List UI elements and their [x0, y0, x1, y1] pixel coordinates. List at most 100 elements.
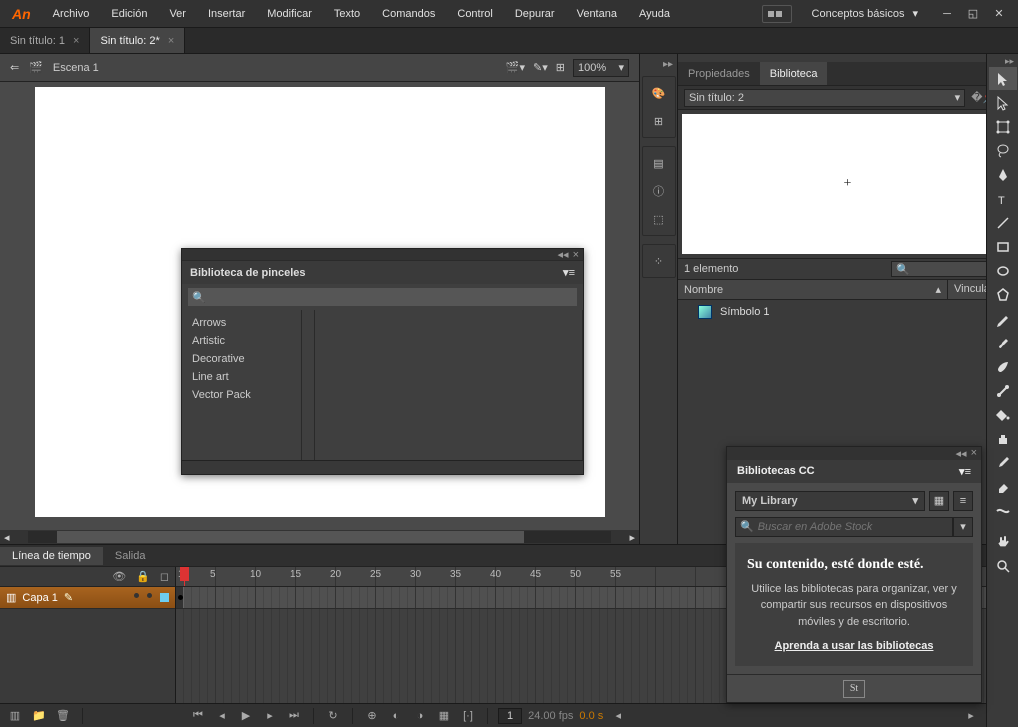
minimize-button[interactable]: ─: [936, 6, 958, 22]
close-icon[interactable]: ×: [971, 447, 977, 459]
brush-tool[interactable]: [989, 331, 1017, 354]
brush-category-decorative[interactable]: Decorative: [188, 350, 295, 368]
components-icon[interactable]: ⁘: [647, 249, 671, 273]
cc-learn-link[interactable]: Aprenda a usar las bibliotecas: [747, 640, 961, 652]
tab-timeline[interactable]: Línea de tiempo: [0, 547, 103, 565]
search-options-icon[interactable]: ▾: [953, 517, 973, 537]
cc-libraries-panel[interactable]: ◂◂× Bibliotecas CC ▾≡ My Library ▾ ▦ ≡ 🔍…: [726, 446, 982, 704]
goto-last-icon[interactable]: ⏭: [285, 707, 303, 725]
bone-tool[interactable]: [989, 379, 1017, 402]
onion-skin-icon[interactable]: ◐: [387, 707, 405, 725]
library-row[interactable]: Símbolo 1: [680, 302, 1015, 322]
menu-comandos[interactable]: Comandos: [372, 4, 445, 24]
panel-grip[interactable]: ◂◂: [678, 54, 1017, 62]
brush-category-artistic[interactable]: Artistic: [188, 332, 295, 350]
panel-chrome[interactable]: ◂◂ ×: [182, 249, 583, 261]
scroll-left-icon[interactable]: ◂: [609, 707, 627, 725]
tab-output[interactable]: Salida: [103, 547, 158, 565]
info-icon[interactable]: ⓘ: [647, 179, 671, 203]
line-tool[interactable]: [989, 211, 1017, 234]
color-icon[interactable]: ▤: [647, 151, 671, 175]
onion-outline-icon[interactable]: ◑: [411, 707, 429, 725]
scene-label[interactable]: Escena 1: [53, 62, 99, 74]
swatches-icon[interactable]: 🎨: [647, 81, 671, 105]
fit-icon[interactable]: ⊞: [556, 61, 565, 74]
menu-ventana[interactable]: Ventana: [567, 4, 627, 24]
oval-tool[interactable]: [989, 259, 1017, 282]
brush-category-lineart[interactable]: Line art: [188, 368, 295, 386]
selection-tool[interactable]: [989, 67, 1017, 90]
brush-category-arrows[interactable]: Arrows: [188, 314, 295, 332]
back-icon[interactable]: ⇐: [10, 61, 19, 74]
menu-ver[interactable]: Ver: [159, 4, 196, 24]
close-icon[interactable]: ×: [573, 249, 579, 261]
outline-icon[interactable]: ◻: [160, 570, 169, 583]
collapse-icon[interactable]: ◂◂: [956, 447, 967, 460]
library-doc-select[interactable]: Sin título: 2 ▾: [684, 89, 965, 107]
tab-biblioteca[interactable]: Biblioteca: [760, 62, 828, 85]
horizontal-scrollbar[interactable]: ◂ ▸: [0, 530, 639, 544]
menu-insertar[interactable]: Insertar: [198, 4, 255, 24]
close-button[interactable]: ✕: [988, 6, 1010, 22]
brush-search-input[interactable]: [206, 289, 573, 305]
tools-grip[interactable]: ▸▸: [987, 56, 1018, 66]
cc-libraries-title-bar[interactable]: Bibliotecas CC ▾≡: [727, 460, 981, 483]
lock-icon[interactable]: 🔒: [136, 570, 150, 583]
adobe-stock-icon[interactable]: St: [843, 680, 865, 698]
polystar-tool[interactable]: [989, 283, 1017, 306]
workspace-dropdown[interactable]: Conceptos básicos ▾: [802, 3, 928, 25]
panel-menu-icon[interactable]: ▾≡: [563, 266, 575, 279]
goto-first-icon[interactable]: ⏮: [189, 707, 207, 725]
hand-tool[interactable]: [989, 530, 1017, 553]
vis-dot[interactable]: [134, 593, 139, 598]
menu-edicion[interactable]: Edición: [101, 4, 157, 24]
tab-propiedades[interactable]: Propiedades: [678, 62, 760, 85]
brush-library-panel[interactable]: ◂◂ × Biblioteca de pinceles ▾≡ 🔍 Arrows A…: [181, 248, 584, 475]
sync-settings-button[interactable]: [762, 5, 792, 23]
close-icon[interactable]: ×: [168, 35, 174, 47]
visibility-icon[interactable]: 👁: [112, 570, 126, 583]
cc-stock-search[interactable]: 🔍: [735, 517, 953, 537]
collapse-icon[interactable]: ◂◂: [558, 248, 569, 261]
lasso-tool[interactable]: [989, 139, 1017, 162]
eyedropper-tool[interactable]: [989, 451, 1017, 474]
ink-bottle-tool[interactable]: [989, 427, 1017, 450]
pen-tool[interactable]: [989, 163, 1017, 186]
text-tool[interactable]: T: [989, 187, 1017, 210]
zoom-tool[interactable]: [989, 554, 1017, 577]
lock-dot[interactable]: [147, 593, 152, 598]
brush-library-title-bar[interactable]: Biblioteca de pinceles ▾≡: [182, 261, 583, 284]
layer-row[interactable]: ▥ Capa 1 ✎: [0, 587, 175, 609]
panel-menu-icon[interactable]: ▾≡: [959, 465, 971, 478]
play-icon[interactable]: ▶: [237, 707, 255, 725]
eraser-tool[interactable]: [989, 475, 1017, 498]
menu-depurar[interactable]: Depurar: [505, 4, 565, 24]
brush-category-vectorpack[interactable]: Vector Pack: [188, 386, 295, 404]
menu-archivo[interactable]: Archivo: [43, 4, 100, 24]
current-frame[interactable]: 1: [498, 708, 522, 724]
center-frame-icon[interactable]: ⊕: [363, 707, 381, 725]
transform-icon[interactable]: ⬚: [647, 207, 671, 231]
zoom-select[interactable]: 100% ▾: [573, 59, 629, 77]
paint-brush-tool[interactable]: [989, 355, 1017, 378]
cc-library-select[interactable]: My Library ▾: [735, 491, 925, 511]
markers-icon[interactable]: [·]: [459, 707, 477, 725]
menu-texto[interactable]: Texto: [324, 4, 370, 24]
col-nombre[interactable]: Nombre ▴: [678, 280, 947, 299]
outline-sq[interactable]: [160, 593, 169, 602]
doc-tab-1[interactable]: Sin título: 1 ×: [0, 28, 90, 53]
menu-modificar[interactable]: Modificar: [257, 4, 322, 24]
menu-control[interactable]: Control: [447, 4, 502, 24]
keyframe[interactable]: [178, 595, 183, 600]
loop-icon[interactable]: ↻: [324, 707, 342, 725]
doc-tab-2[interactable]: Sin título: 2* ×: [90, 28, 185, 53]
playhead[interactable]: [184, 567, 185, 586]
close-icon[interactable]: ×: [73, 35, 79, 47]
step-back-icon[interactable]: ◂: [213, 707, 231, 725]
brush-library-search[interactable]: 🔍: [188, 288, 577, 306]
panel-grip[interactable]: ▸▸: [640, 60, 677, 68]
width-tool[interactable]: [989, 499, 1017, 522]
edit-symbol-icon[interactable]: ✎▾: [533, 61, 548, 74]
fps-label[interactable]: 24.00 fps: [528, 710, 573, 722]
new-folder-icon[interactable]: 📁: [30, 707, 48, 725]
